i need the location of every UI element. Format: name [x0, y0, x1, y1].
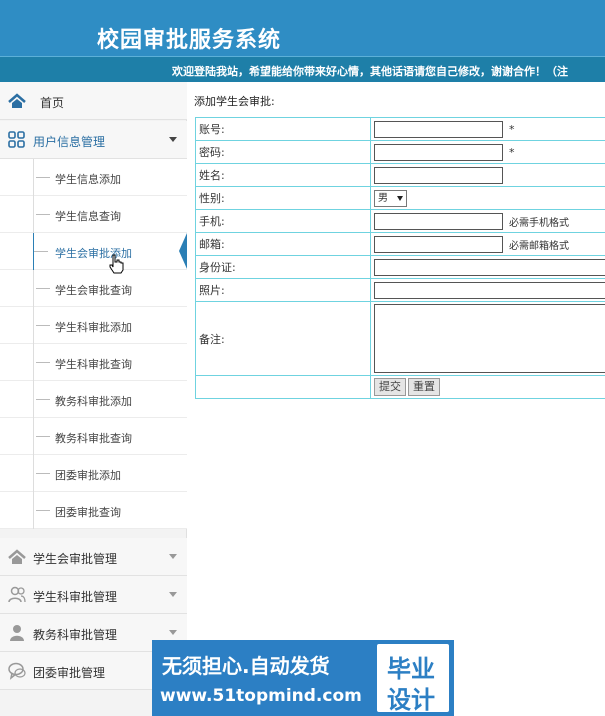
sidebar-item-student-query[interactable]: 学生信息查询 — [0, 196, 187, 233]
password-input[interactable] — [374, 143, 503, 161]
chevron-down-icon — [169, 137, 177, 142]
sidebar: 首页 用户信息管理 学生信息添加 学生信息查询 学生会审批添加 学生会审批查询 … — [0, 82, 187, 716]
form-row-email: 邮箱: 必需邮箱格式 — [195, 232, 605, 256]
sidebar-item-home-label: 首页 — [40, 96, 65, 110]
sidebar-item-label: 学生科审批查询 — [55, 358, 132, 371]
sidebar-item-student-add[interactable]: 学生信息添加 — [0, 159, 187, 196]
phone-input[interactable] — [374, 212, 503, 230]
chevron-down-icon — [169, 592, 177, 597]
field-label: 性别: — [195, 186, 371, 210]
sidebar-item-label: 教务科审批添加 — [55, 395, 132, 408]
user-icon — [10, 625, 24, 641]
sidebar-group-union-mgmt[interactable]: 学生会审批管理 — [0, 538, 187, 576]
app-title: 校园审批服务系统 — [97, 28, 282, 53]
email-hint: 必需邮箱格式 — [509, 240, 569, 252]
sidebar-group-label: 学生科审批管理 — [33, 590, 118, 604]
main-content: 添加学生会审批: 账号: * 密码: * 姓名: 性别: 男 手机: 必需手机格… — [188, 82, 605, 716]
marquee-text: 欢迎登陆我站，希望能给你带来好心情，其他话语请您自己修改，谢谢合作！（注 — [172, 65, 568, 78]
page-title: 添加学生会审批: — [194, 95, 275, 108]
home-icon — [8, 93, 26, 108]
form-row-phone: 手机: 必需手机格式 — [195, 209, 605, 233]
field-label: 账号: — [195, 117, 371, 141]
sidebar-item-section-approval-query[interactable]: 学生科审批查询 — [0, 344, 187, 381]
add-approval-form: 账号: * 密码: * 姓名: 性别: 男 手机: 必需手机格式 邮箱: 必需邮… — [195, 117, 605, 399]
field-label: 手机: — [195, 209, 371, 233]
sidebar-item-league-approval-add[interactable]: 团委审批添加 — [0, 455, 187, 492]
field-label: 邮箱: — [195, 232, 371, 256]
sidebar-group-label: 团委审批管理 — [33, 666, 106, 680]
form-row-account: 账号: * — [195, 117, 605, 141]
remark-textarea[interactable] — [374, 304, 605, 373]
sidebar-item-label: 团委审批查询 — [55, 506, 121, 519]
required-mark: * — [509, 122, 515, 136]
watermark-banner: 无须担心.自动发货 www.51topmind.com 毕业 设计 — [152, 640, 454, 716]
sidebar-item-home[interactable]: 首页 — [0, 82, 187, 120]
app-header: 校园审批服务系统 — [0, 0, 605, 56]
field-label: 备注: — [195, 301, 371, 376]
sidebar-item-league-approval-query[interactable]: 团委审批查询 — [0, 492, 187, 529]
sidebar-group-label: 学生会审批管理 — [33, 552, 118, 566]
sidebar-item-label: 团委审批添加 — [55, 469, 121, 482]
sidebar-item-label: 学生会审批查询 — [55, 284, 132, 297]
form-row-id-card: 身份证: — [195, 255, 605, 279]
users-icon — [8, 586, 26, 603]
sidebar-group-user-info[interactable]: 用户信息管理 — [0, 121, 187, 159]
photo-input[interactable] — [374, 281, 605, 299]
grid-icon — [8, 131, 25, 148]
chevron-down-icon — [169, 554, 177, 559]
sidebar-item-label: 学生信息查询 — [55, 210, 121, 223]
form-row-actions: 提交 重置 — [195, 375, 605, 399]
sidebar-item-label: 学生信息添加 — [55, 173, 121, 186]
form-row-remark: 备注: — [195, 301, 605, 376]
sidebar-group-user-info-label: 用户信息管理 — [33, 135, 106, 149]
email-input[interactable] — [374, 235, 503, 253]
watermark-url: www.51topmind.com — [160, 686, 362, 706]
required-mark: * — [509, 145, 515, 159]
sidebar-item-label: 教务科审批查询 — [55, 432, 132, 445]
sidebar-item-union-approval-query[interactable]: 学生会审批查询 — [0, 270, 187, 307]
home-icon — [8, 549, 26, 564]
sidebar-item-label: 学生科审批添加 — [55, 321, 132, 334]
account-input[interactable] — [374, 120, 503, 138]
sidebar-item-academic-approval-add[interactable]: 教务科审批添加 — [0, 381, 187, 418]
form-row-password: 密码: * — [195, 140, 605, 164]
watermark-line1: 无须担心.自动发货 — [162, 654, 330, 678]
hand-cursor-icon — [109, 254, 124, 274]
submit-button[interactable]: 提交 — [374, 378, 406, 396]
dropdown-arrow-icon — [397, 195, 403, 201]
chevron-down-icon — [169, 630, 177, 635]
reset-button[interactable]: 重置 — [408, 378, 440, 396]
name-input[interactable] — [374, 166, 503, 184]
sidebar-item-section-approval-add[interactable]: 学生科审批添加 — [0, 307, 187, 344]
field-label: 身份证: — [195, 255, 371, 279]
field-label: 密码: — [195, 140, 371, 164]
gender-select[interactable]: 男 — [374, 189, 407, 207]
sidebar-item-academic-approval-query[interactable]: 教务科审批查询 — [0, 418, 187, 455]
sidebar-item-union-approval-add[interactable]: 学生会审批添加 — [0, 233, 187, 270]
marquee-banner: 欢迎登陆我站，希望能给你带来好心情，其他话语请您自己修改，谢谢合作！（注 — [0, 56, 605, 82]
field-label: 姓名: — [195, 163, 371, 187]
chat-icon — [8, 662, 26, 680]
form-row-photo: 照片: — [195, 278, 605, 302]
phone-hint: 必需手机格式 — [509, 217, 569, 229]
form-row-name: 姓名: — [195, 163, 605, 187]
id-card-input[interactable] — [374, 258, 605, 276]
sidebar-group-section-mgmt[interactable]: 学生科审批管理 — [0, 576, 187, 614]
field-label: 照片: — [195, 278, 371, 302]
watermark-badge: 毕业 设计 — [377, 644, 449, 714]
active-indicator — [179, 233, 187, 269]
sidebar-group-label: 教务科审批管理 — [33, 628, 118, 642]
form-row-gender: 性别: 男 — [195, 186, 605, 210]
